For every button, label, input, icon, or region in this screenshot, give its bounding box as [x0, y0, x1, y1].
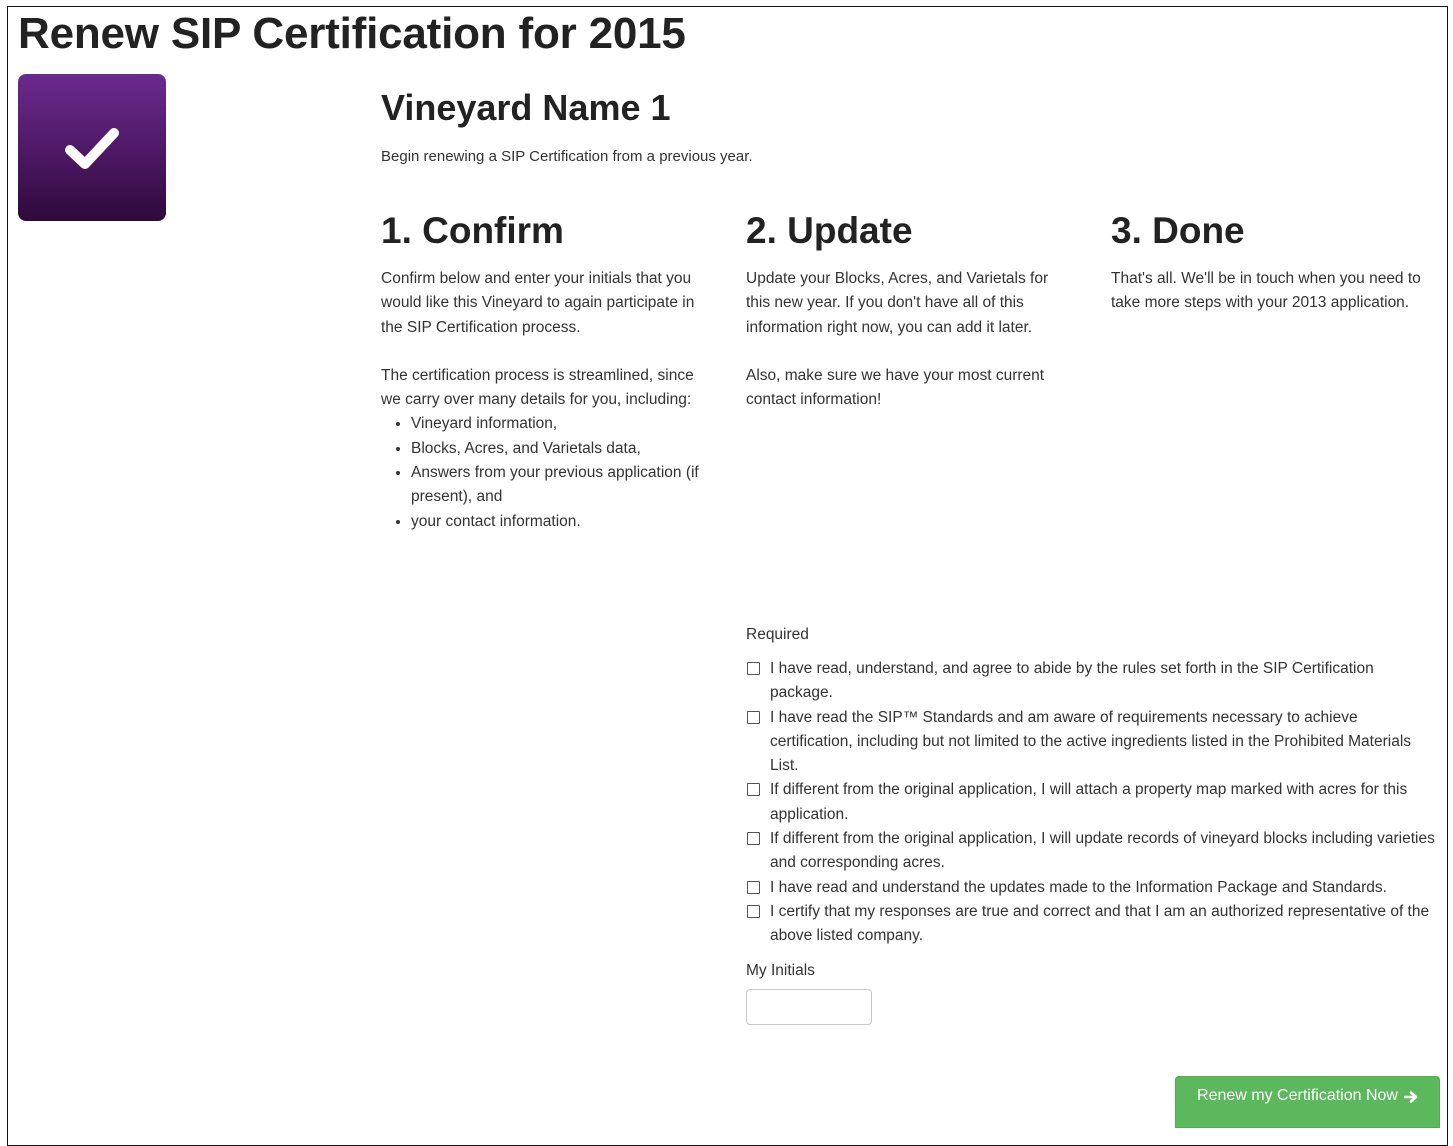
- checkbox[interactable]: [747, 880, 760, 894]
- list-item: Vineyard information,: [411, 412, 711, 436]
- step-paragraph: The certification process is streamlined…: [381, 366, 694, 409]
- checkbox[interactable]: [747, 662, 760, 675]
- renew-certification-button[interactable]: Renew my Certification Now: [1175, 1076, 1440, 1128]
- submit-label: Renew my Certification Now: [1197, 1087, 1398, 1104]
- step-paragraph: Update your Blocks, Acres, and Varietals…: [746, 270, 1049, 336]
- checkbox-label: I have read, understand, and agree to ab…: [770, 660, 1374, 702]
- checkbox-label: I have read the SIP™ Standards and am aw…: [770, 708, 1412, 775]
- agreement-checkbox-row[interactable]: If different from the original applicati…: [746, 778, 1436, 827]
- checkbox[interactable]: [747, 832, 760, 846]
- agreement-checkbox-row[interactable]: I have read and understand the updates m…: [746, 876, 1436, 900]
- initials-input[interactable]: [746, 988, 872, 1025]
- step-done: 3. Done That's all. We'll be in touch wh…: [1111, 208, 1441, 316]
- checkmark-icon: [65, 127, 119, 169]
- page-title: Renew SIP Certification for 2015: [18, 9, 686, 58]
- initials-label: My Initials: [746, 961, 815, 979]
- checkbox-label: I certify that my responses are true and…: [770, 902, 1430, 945]
- step-paragraph: Also, make sure we have your most curren…: [746, 366, 1045, 409]
- list-item: Answers from your previous application (…: [411, 461, 711, 510]
- vineyard-name: Vineyard Name 1: [381, 87, 671, 128]
- list-item: Blocks, Acres, and Varietals data,: [411, 437, 711, 461]
- arrow-right-icon: [1403, 1087, 1418, 1107]
- agreement-checkbox-row[interactable]: I certify that my responses are true and…: [746, 900, 1436, 949]
- required-label: Required: [746, 626, 809, 643]
- step-heading: 3. Done: [1111, 210, 1245, 251]
- list-item: your contact information.: [411, 510, 711, 534]
- checkbox-label: I have read and understand the updates m…: [770, 878, 1387, 896]
- agreement-checkbox-row[interactable]: If different from the original applicati…: [746, 827, 1436, 876]
- certification-logo: [18, 74, 166, 221]
- step-heading: 2. Update: [746, 210, 913, 251]
- step-paragraph: Confirm below and enter your initials th…: [381, 270, 695, 336]
- checkbox[interactable]: [747, 904, 760, 918]
- agreement-form: Required I have read, understand, and ag…: [746, 624, 1436, 1025]
- carry-over-list: Vineyard information, Blocks, Acres, and…: [381, 412, 711, 533]
- step-paragraph: That's all. We'll be in touch when you n…: [1111, 270, 1421, 312]
- agreement-checkbox-row[interactable]: I have read, understand, and agree to ab…: [746, 657, 1436, 706]
- step-update: 2. Update Update your Blocks, Acres, and…: [746, 208, 1068, 412]
- checkbox-label: If different from the original applicati…: [770, 830, 1435, 872]
- checkbox[interactable]: [747, 710, 760, 724]
- step-confirm: 1. Confirm Confirm below and enter your …: [381, 208, 711, 534]
- agreement-checkbox-row[interactable]: I have read the SIP™ Standards and am aw…: [746, 706, 1436, 779]
- checkbox-label: If different from the original applicati…: [770, 781, 1408, 823]
- intro-text: Begin renewing a SIP Certification from …: [381, 148, 753, 165]
- step-heading: 1. Confirm: [381, 210, 564, 251]
- checkbox[interactable]: [747, 783, 760, 797]
